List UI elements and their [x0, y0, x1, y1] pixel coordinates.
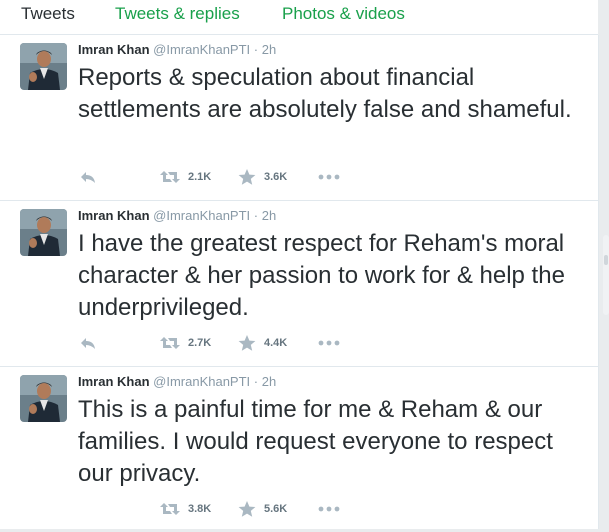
avatar[interactable] [20, 209, 67, 256]
star-icon[interactable] [238, 500, 256, 518]
tweet-text: Reports & speculation about financial se… [78, 64, 572, 123]
favorite-count: 5.6K [264, 503, 288, 515]
tweet[interactable]: Imran Khan @ImranKhanPTI · 2h I have the… [0, 201, 598, 367]
tweet-fullname[interactable]: Imran Khan [78, 374, 150, 389]
tweet-actions: 2.7K 4.4K [78, 334, 378, 352]
more-dots-icon[interactable] [318, 334, 340, 352]
tweet[interactable]: Imran Khan @ImranKhanPTI · 2h Reports & … [0, 35, 598, 201]
timeline: Imran Khan @ImranKhanPTI · 2h Reports & … [0, 35, 599, 529]
tweet-actions: 3.8K 5.6K [78, 500, 378, 518]
tweet-actions: 2.1K 3.6K [78, 168, 378, 186]
tweet[interactable]: Imran Khan @ImranKhanPTI · 2h This is a … [0, 367, 598, 532]
tweet-separator: · [253, 208, 259, 223]
retweet-icon[interactable] [160, 500, 180, 518]
favorite-count: 3.6K [264, 171, 288, 183]
more-dots-icon[interactable] [318, 168, 340, 186]
tweet-username[interactable]: @ImranKhanPTI [153, 42, 250, 57]
tweet-timestamp[interactable]: 2h [262, 374, 276, 389]
tweet-separator: · [253, 374, 259, 389]
favorite-count: 4.4K [264, 337, 288, 349]
tweet-timestamp[interactable]: 2h [262, 42, 276, 57]
tweet-username[interactable]: @ImranKhanPTI [153, 208, 250, 223]
tweet-text: I have the greatest respect for Reham's … [78, 230, 565, 321]
star-icon[interactable] [238, 334, 256, 352]
profile-tabs: Tweets Tweets & replies Photos & videos [0, 0, 598, 35]
tweet-header: Imran Khan @ImranKhanPTI · 2h [78, 374, 276, 390]
more-dots-icon[interactable] [318, 500, 340, 518]
reply-icon[interactable] [80, 334, 96, 352]
reply-icon[interactable] [80, 168, 96, 186]
avatar[interactable] [20, 375, 67, 422]
tab-tweets[interactable]: Tweets [21, 4, 75, 24]
tab-tweets-and-replies[interactable]: Tweets & replies [115, 4, 240, 24]
tweet-timestamp[interactable]: 2h [262, 208, 276, 223]
tab-photos-and-videos[interactable]: Photos & videos [282, 4, 405, 24]
retweet-count: 2.7K [188, 337, 212, 349]
tweet-separator: · [253, 42, 259, 57]
retweet-count: 3.8K [188, 503, 212, 515]
star-icon[interactable] [238, 168, 256, 186]
scrollbar-thumb[interactable] [604, 255, 608, 265]
retweet-count: 2.1K [188, 171, 212, 183]
retweet-icon[interactable] [160, 334, 180, 352]
tweet-fullname[interactable]: Imran Khan [78, 42, 150, 57]
avatar[interactable] [20, 43, 67, 90]
retweet-icon[interactable] [160, 168, 180, 186]
scrollbar-track[interactable] [603, 235, 609, 315]
tweet-username[interactable]: @ImranKhanPTI [153, 374, 250, 389]
tweet-header: Imran Khan @ImranKhanPTI · 2h [78, 208, 276, 224]
tweet-fullname[interactable]: Imran Khan [78, 208, 150, 223]
tweet-text: This is a painful time for me & Reham & … [78, 396, 553, 487]
tweet-header: Imran Khan @ImranKhanPTI · 2h [78, 42, 276, 58]
